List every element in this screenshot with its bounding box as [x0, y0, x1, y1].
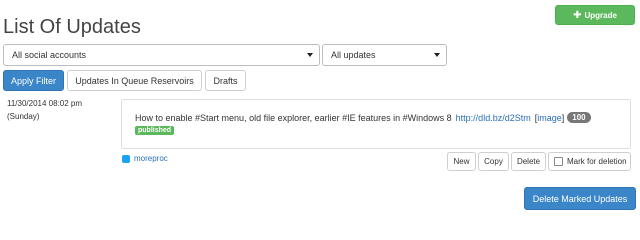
image-bracket-close: ] — [561, 112, 565, 123]
apply-filter-button[interactable]: Apply Filter — [3, 70, 64, 91]
twitter-icon — [122, 154, 130, 163]
new-button[interactable]: New — [447, 152, 476, 171]
chevron-down-icon — [307, 53, 313, 57]
update-text-line: How to enable #Start menu, old file expl… — [135, 112, 591, 123]
update-date: 11/30/2014 08:02 pm — [7, 99, 83, 108]
social-accounts-value: All social accounts — [12, 50, 87, 60]
tab-updates-in-queue-reservoirs[interactable]: Updates In Queue Reservoirs — [67, 70, 202, 91]
page-title: List Of Updates — [3, 16, 141, 38]
delete-marked-updates-button[interactable]: Delete Marked Updates — [524, 187, 636, 210]
updates-type-select[interactable]: All updates — [322, 44, 447, 66]
image-link[interactable]: image — [537, 113, 562, 123]
mark-for-deletion-toggle[interactable]: Mark for deletion — [548, 152, 631, 171]
social-accounts-select[interactable]: All social accounts — [3, 44, 320, 66]
chevron-down-icon — [434, 53, 440, 57]
tab-drafts[interactable]: Drafts — [205, 70, 246, 91]
updates-type-value: All updates — [331, 50, 376, 60]
delete-button[interactable]: Delete — [511, 152, 546, 171]
plus-icon: ✚ — [573, 9, 582, 21]
update-card: How to enable #Start menu, old file expl… — [121, 99, 631, 149]
update-text: How to enable #Start menu, old file expl… — [135, 112, 452, 123]
update-day: (Sunday) — [7, 112, 40, 121]
account-label: moreproc — [122, 154, 168, 163]
update-link[interactable]: http://dld.bz/d2Stm — [456, 113, 531, 123]
upgrade-label: Upgrade — [584, 10, 617, 20]
upgrade-button[interactable]: ✚ Upgrade — [555, 5, 635, 25]
count-badge: 100 — [567, 112, 591, 123]
mark-for-deletion-checkbox[interactable] — [554, 157, 563, 166]
account-name[interactable]: moreproc — [134, 154, 168, 163]
copy-button[interactable]: Copy — [478, 152, 509, 171]
status-badge: published — [135, 126, 175, 135]
mark-for-deletion-label: Mark for deletion — [567, 157, 627, 166]
